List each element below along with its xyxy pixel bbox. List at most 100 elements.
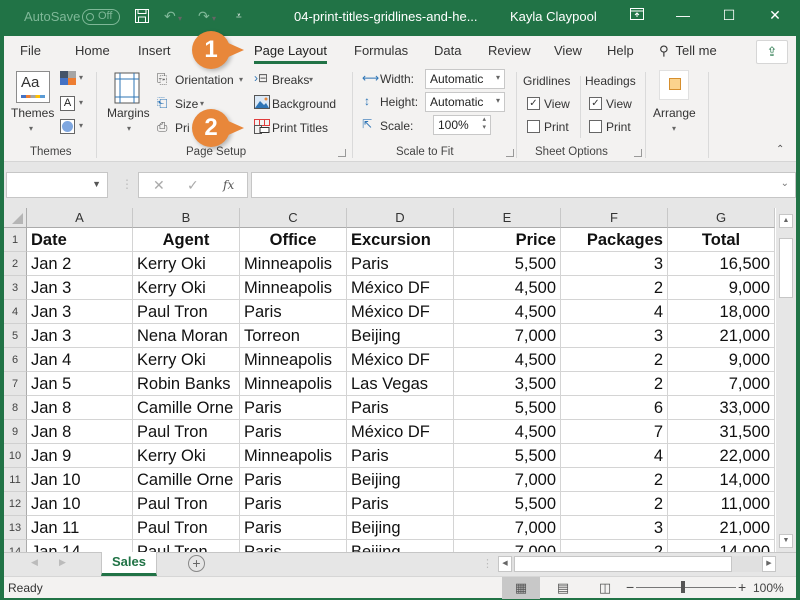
formula-input[interactable]: ⌄ [251, 172, 796, 198]
zoom-in-icon[interactable]: + [738, 579, 746, 595]
theme-colors-button[interactable] [60, 71, 76, 85]
scroll-left-icon[interactable]: ◀ [498, 556, 512, 572]
table-cell[interactable]: 2 [561, 276, 668, 300]
sheet-tab-sales[interactable]: Sales [101, 552, 157, 576]
height-dropdown[interactable]: Automatic ▾ [425, 92, 505, 112]
sheet-options-dialog-launcher[interactable] [634, 149, 642, 157]
row-header[interactable]: 7 [4, 372, 27, 396]
theme-fonts-button[interactable]: A [60, 96, 75, 111]
prev-sheet-icon[interactable]: ◀ [31, 557, 38, 568]
table-cell[interactable]: Jan 5 [27, 372, 133, 396]
table-cell[interactable]: 5,500 [454, 396, 561, 420]
page-layout-view-icon[interactable]: ▤ [544, 577, 582, 599]
table-cell[interactable]: 2 [561, 372, 668, 396]
table-cell[interactable]: 4 [561, 444, 668, 468]
table-cell[interactable]: Torreon [240, 324, 347, 348]
table-cell[interactable]: Paul Tron [133, 492, 240, 516]
margins-button[interactable] [114, 72, 140, 104]
table-cell[interactable]: 7,000 [454, 516, 561, 540]
table-cell[interactable]: Minneapolis [240, 348, 347, 372]
row-header[interactable]: 12 [4, 492, 27, 516]
table-cell[interactable]: Paris [240, 540, 347, 552]
table-cell[interactable]: Kerry Oki [133, 252, 240, 276]
table-cell[interactable]: Jan 10 [27, 468, 133, 492]
header-cell[interactable]: Packages [561, 228, 668, 252]
table-cell[interactable]: 2 [561, 540, 668, 552]
undo-icon[interactable]: ↶ ▾ [164, 8, 182, 25]
header-cell[interactable]: Total [668, 228, 775, 252]
share-button[interactable]: ⇪ [756, 40, 788, 64]
scroll-right-icon[interactable]: ▶ [762, 556, 776, 572]
user-name[interactable]: Kayla Claypool [510, 9, 597, 24]
table-cell[interactable]: 7,000 [668, 372, 775, 396]
table-cell[interactable]: 14,000 [668, 468, 775, 492]
column-header-d[interactable]: D [347, 208, 454, 228]
themes-button[interactable]: Aa [16, 71, 50, 103]
table-cell[interactable]: Jan 11 [27, 516, 133, 540]
header-cell[interactable]: Price [454, 228, 561, 252]
table-cell[interactable]: Paris [240, 396, 347, 420]
table-cell[interactable]: Minneapolis [240, 252, 347, 276]
column-header-c[interactable]: C [240, 208, 347, 228]
header-cell[interactable]: Agent [133, 228, 240, 252]
table-cell[interactable]: 4,500 [454, 300, 561, 324]
table-cell[interactable]: Jan 3 [27, 276, 133, 300]
tab-help[interactable]: Help [607, 43, 634, 58]
table-cell[interactable]: México DF [347, 300, 454, 324]
table-cell[interactable]: Beijing [347, 324, 454, 348]
table-cell[interactable]: México DF [347, 420, 454, 444]
autosave-toggle[interactable]: Off [82, 9, 120, 25]
table-cell[interactable]: 21,000 [668, 516, 775, 540]
tab-file[interactable]: File [20, 43, 41, 58]
table-cell[interactable]: Robin Banks [133, 372, 240, 396]
table-cell[interactable]: 3 [561, 516, 668, 540]
table-cell[interactable]: Camille Orne [133, 468, 240, 492]
table-cell[interactable]: Paul Tron [133, 540, 240, 552]
column-header-a[interactable]: A [27, 208, 133, 228]
table-cell[interactable]: Paris [240, 300, 347, 324]
headings-print-checkbox[interactable] [589, 120, 602, 133]
zoom-percent[interactable]: 100% [753, 581, 784, 595]
vertical-scroll-thumb[interactable] [779, 238, 793, 298]
redo-icon[interactable]: ↷ ▾ [198, 8, 216, 25]
table-cell[interactable]: Paris [347, 396, 454, 420]
zoom-slider-thumb[interactable] [681, 581, 685, 593]
table-cell[interactable]: 2 [561, 492, 668, 516]
width-dropdown[interactable]: Automatic ▾ [425, 69, 505, 89]
tab-review[interactable]: Review [488, 43, 531, 58]
table-cell[interactable]: 2 [561, 348, 668, 372]
table-cell[interactable]: Paul Tron [133, 516, 240, 540]
table-cell[interactable]: Jan 10 [27, 492, 133, 516]
table-cell[interactable]: 4,500 [454, 348, 561, 372]
table-cell[interactable]: Paris [347, 252, 454, 276]
drag-handle-icon[interactable]: ⋮ [121, 177, 133, 191]
table-cell[interactable]: Kerry Oki [133, 276, 240, 300]
row-header[interactable]: 11 [4, 468, 27, 492]
row-header[interactable]: 5 [4, 324, 27, 348]
table-cell[interactable]: Paul Tron [133, 420, 240, 444]
table-cell[interactable]: México DF [347, 348, 454, 372]
table-cell[interactable]: Paris [240, 492, 347, 516]
header-cell[interactable]: Excursion [347, 228, 454, 252]
table-cell[interactable]: Jan 2 [27, 252, 133, 276]
zoom-out-icon[interactable]: − [626, 579, 634, 595]
table-cell[interactable]: Paris [240, 420, 347, 444]
gridlines-view-checkbox[interactable]: ✓ [527, 97, 540, 110]
table-cell[interactable]: 4 [561, 300, 668, 324]
row-header[interactable]: 2 [4, 252, 27, 276]
vertical-scrollbar[interactable]: ▲ ▼ [776, 208, 796, 552]
table-cell[interactable]: 9,000 [668, 276, 775, 300]
minimize-icon[interactable]: — [668, 7, 698, 23]
scale-spinner[interactable]: 100% ▴ ▾ [433, 115, 491, 135]
row-header[interactable]: 4 [4, 300, 27, 324]
table-cell[interactable]: 18,000 [668, 300, 775, 324]
size-button[interactable]: ⎗ Size ▾ [157, 95, 204, 111]
scroll-up-icon[interactable]: ▲ [779, 214, 793, 228]
table-cell[interactable]: 7,000 [454, 540, 561, 552]
row-header[interactable]: 3 [4, 276, 27, 300]
tab-insert[interactable]: Insert [138, 43, 171, 58]
arrange-button[interactable] [659, 70, 689, 100]
breaks-button[interactable]: ›⊟ Breaks ▾ [254, 71, 313, 87]
table-cell[interactable]: 33,000 [668, 396, 775, 420]
table-cell[interactable]: Nena Moran [133, 324, 240, 348]
